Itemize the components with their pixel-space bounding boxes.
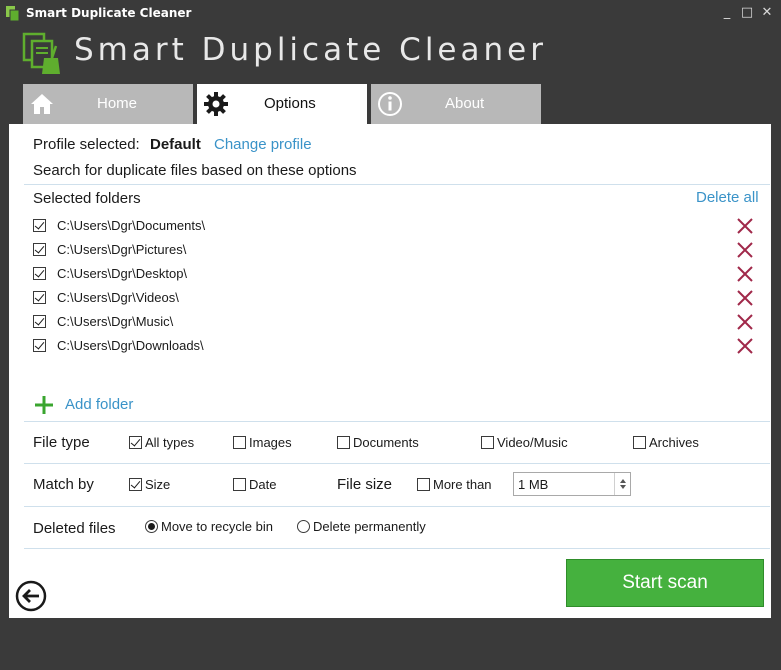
change-profile-link[interactable]: Change profile bbox=[214, 136, 312, 153]
title-bar: Smart Duplicate Cleaner _ □ ✕ bbox=[0, 0, 781, 28]
delete-permanently-label: Delete permanently bbox=[313, 519, 426, 534]
match-date-checkbox[interactable] bbox=[233, 478, 246, 491]
file-type-checkbox[interactable] bbox=[481, 436, 494, 449]
window-title: Smart Duplicate Cleaner bbox=[26, 6, 192, 20]
file-type-option-label: Images bbox=[249, 435, 292, 450]
spinner-arrows-icon bbox=[620, 479, 626, 489]
match-size-checkbox[interactable] bbox=[129, 478, 142, 491]
more-than-label: More than bbox=[433, 477, 492, 492]
file-type-checkbox[interactable] bbox=[233, 436, 246, 449]
tab-home-label: Home bbox=[97, 95, 138, 112]
folder-path: C:\Users\Dgr\Videos\ bbox=[57, 290, 179, 305]
file-size-label: File size bbox=[337, 476, 393, 493]
match-by-label: Match by bbox=[33, 476, 94, 493]
folder-path: C:\Users\Dgr\Pictures\ bbox=[57, 242, 187, 257]
file-type-option-label: All types bbox=[145, 435, 195, 450]
match-size-label: Size bbox=[145, 477, 171, 492]
app-logo-icon bbox=[22, 32, 60, 74]
minimize-button[interactable]: _ bbox=[718, 4, 736, 22]
divider bbox=[24, 548, 770, 549]
plus-icon bbox=[35, 396, 53, 414]
header-title: Smart Duplicate Cleaner bbox=[74, 32, 547, 68]
divider bbox=[24, 463, 770, 464]
app-icon bbox=[6, 6, 20, 21]
close-button[interactable]: ✕ bbox=[758, 4, 776, 22]
remove-folder-icon[interactable] bbox=[736, 217, 754, 235]
profile-name: Default bbox=[150, 136, 201, 153]
gear-icon bbox=[204, 92, 228, 116]
remove-folder-icon[interactable] bbox=[736, 241, 754, 259]
match-date-label: Date bbox=[249, 477, 277, 492]
file-size-value: 1 MB bbox=[518, 477, 549, 492]
search-description: Search for duplicate files based on thes… bbox=[33, 162, 357, 179]
more-than-checkbox[interactable] bbox=[417, 478, 430, 491]
divider bbox=[24, 184, 770, 185]
remove-folder-icon[interactable] bbox=[736, 265, 754, 283]
folder-checkbox[interactable] bbox=[33, 291, 46, 304]
file-type-label: File type bbox=[33, 434, 90, 451]
recycle-bin-radio[interactable] bbox=[145, 520, 158, 533]
spinner[interactable] bbox=[614, 473, 630, 495]
delete-permanently-radio[interactable] bbox=[297, 520, 310, 533]
start-scan-button[interactable]: Start scan bbox=[566, 559, 764, 607]
add-folder-label: Add folder bbox=[65, 396, 134, 413]
file-type-checkbox[interactable] bbox=[633, 436, 646, 449]
tab-options-label: Options bbox=[264, 95, 316, 112]
folder-checkbox[interactable] bbox=[33, 219, 46, 232]
home-icon bbox=[31, 94, 53, 114]
remove-folder-icon[interactable] bbox=[736, 289, 754, 307]
tab-options[interactable]: Options bbox=[197, 84, 367, 124]
folder-path: C:\Users\Dgr\Desktop\ bbox=[57, 266, 188, 281]
file-type-option-label: Video/Music bbox=[497, 435, 568, 450]
delete-all-link[interactable]: Delete all bbox=[696, 189, 759, 206]
deleted-files-label: Deleted files bbox=[33, 520, 116, 537]
remove-folder-icon[interactable] bbox=[736, 313, 754, 331]
file-size-select[interactable]: 1 MB bbox=[513, 472, 631, 496]
folder-path: C:\Users\Dgr\Downloads\ bbox=[57, 338, 204, 353]
folder-path: C:\Users\Dgr\Music\ bbox=[57, 314, 174, 329]
maximize-button[interactable]: □ bbox=[738, 4, 756, 22]
selected-folders-heading: Selected folders bbox=[33, 190, 141, 207]
folder-checkbox[interactable] bbox=[33, 267, 46, 280]
recycle-bin-label: Move to recycle bin bbox=[161, 519, 273, 534]
tab-about[interactable]: About bbox=[371, 84, 541, 124]
file-type-checkbox[interactable] bbox=[337, 436, 350, 449]
divider bbox=[24, 421, 770, 422]
folder-path: C:\Users\Dgr\Documents\ bbox=[57, 218, 206, 233]
info-icon bbox=[378, 92, 402, 116]
back-arrow-icon[interactable] bbox=[15, 580, 47, 612]
profile-label: Profile selected: bbox=[33, 136, 140, 153]
folder-checkbox[interactable] bbox=[33, 315, 46, 328]
file-type-option-label: Archives bbox=[649, 435, 699, 450]
tab-about-label: About bbox=[445, 95, 485, 112]
folder-checkbox[interactable] bbox=[33, 243, 46, 256]
file-type-option-label: Documents bbox=[353, 435, 419, 450]
folder-checkbox[interactable] bbox=[33, 339, 46, 352]
divider bbox=[24, 506, 770, 507]
file-type-checkbox[interactable] bbox=[129, 436, 142, 449]
remove-folder-icon[interactable] bbox=[736, 337, 754, 355]
tab-home[interactable]: Home bbox=[23, 84, 193, 124]
